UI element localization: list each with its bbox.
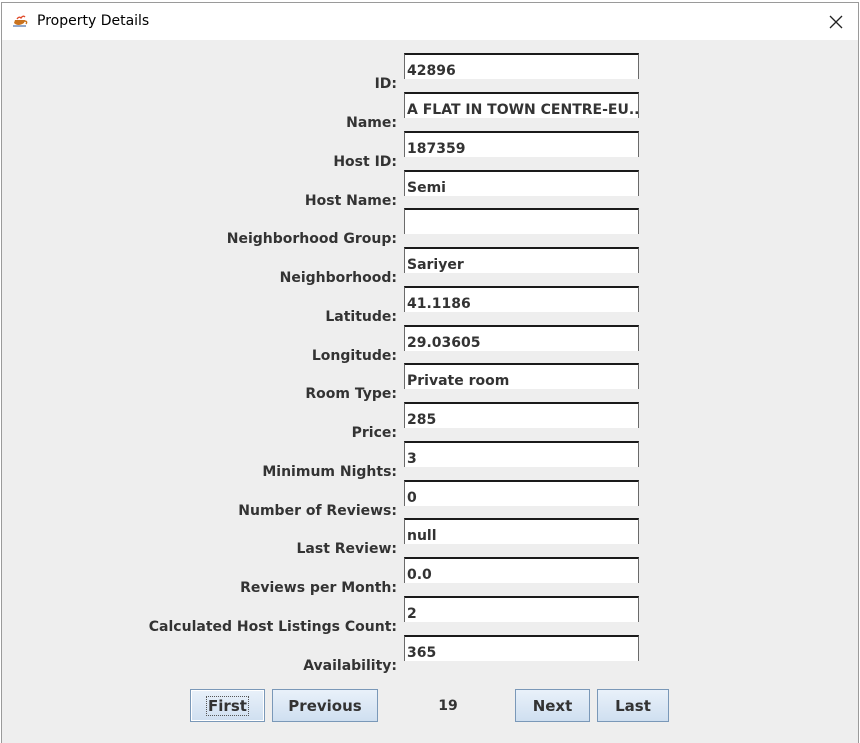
- field-label: Price:: [351, 425, 397, 441]
- page-number: 19: [438, 697, 458, 714]
- field-value[interactable]: 285: [404, 402, 639, 428]
- field-label: Calculated Host Listings Count:: [148, 619, 397, 635]
- field-value[interactable]: 2: [404, 596, 639, 622]
- previous-button[interactable]: Previous: [272, 689, 378, 722]
- field-value[interactable]: [404, 208, 639, 234]
- property-details-window: Property Details ID: 42896 Name: A FLAT IN …: [1, 2, 859, 743]
- last-button-label: Last: [615, 696, 651, 715]
- field-value[interactable]: 29.03605: [404, 325, 639, 351]
- field-row: Host Name: Semi: [2, 170, 860, 209]
- field-row: Room Type: Private room: [2, 363, 860, 402]
- field-row: Number of Reviews: 0: [2, 480, 860, 519]
- field-value[interactable]: 365: [404, 635, 639, 661]
- field-label: Host Name:: [304, 193, 397, 209]
- field-row: Host ID: 187359: [2, 131, 860, 170]
- field-label: Host ID:: [333, 154, 397, 170]
- field-value[interactable]: 41.1186: [404, 286, 639, 312]
- field-row: Last Review: null: [2, 518, 860, 557]
- field-label: Longitude:: [311, 348, 397, 364]
- field-value[interactable]: Private room: [404, 363, 639, 389]
- field-value[interactable]: 0: [404, 480, 639, 506]
- field-value[interactable]: Sariyer: [404, 247, 639, 273]
- field-row: ID: 42896: [2, 53, 860, 92]
- field-row: Minimum Nights: 3: [2, 441, 860, 480]
- field-row: Latitude: 41.1186: [2, 286, 860, 325]
- field-label: Neighborhood:: [279, 270, 397, 286]
- field-row: Neighborhood: Sariyer: [2, 247, 860, 286]
- field-label: Number of Reviews:: [238, 503, 397, 519]
- title-bar: Property Details: [2, 3, 858, 40]
- close-button[interactable]: [814, 3, 858, 40]
- field-value[interactable]: A FLAT IN TOWN CENTRE-EU...: [404, 92, 639, 118]
- field-label: Neighborhood Group:: [226, 231, 397, 247]
- close-icon: [829, 15, 843, 28]
- next-button-label: Next: [532, 696, 573, 715]
- field-label: Reviews per Month:: [240, 580, 397, 596]
- first-button[interactable]: First: [190, 689, 265, 722]
- field-label: Minimum Nights:: [262, 464, 397, 480]
- field-value[interactable]: Semi: [404, 170, 639, 196]
- field-row: Price: 285: [2, 402, 860, 441]
- field-value[interactable]: 187359: [404, 131, 639, 157]
- field-label: Last Review:: [296, 541, 398, 557]
- field-label: ID:: [374, 76, 397, 92]
- window-title: Property Details: [37, 13, 150, 29]
- field-row: Availability: 365: [2, 635, 860, 674]
- last-button[interactable]: Last: [597, 689, 669, 722]
- field-row: Name: A FLAT IN TOWN CENTRE-EU...: [2, 92, 860, 131]
- first-button-label: First: [206, 695, 249, 716]
- field-value[interactable]: null: [404, 518, 639, 544]
- field-label: Availability:: [303, 658, 397, 674]
- field-value[interactable]: 42896: [404, 53, 639, 79]
- field-label: Latitude:: [325, 309, 397, 325]
- field-row: Neighborhood Group:: [2, 208, 860, 247]
- field-label: Room Type:: [305, 386, 397, 402]
- field-value[interactable]: 3: [404, 441, 639, 467]
- field-value[interactable]: 0.0: [404, 557, 639, 583]
- next-button[interactable]: Next: [515, 689, 590, 722]
- java-cup-icon: [13, 15, 28, 27]
- field-label: Name:: [346, 115, 397, 131]
- previous-button-label: Previous: [288, 696, 362, 715]
- field-row: Calculated Host Listings Count: 2: [2, 596, 860, 635]
- field-row: Longitude: 29.03605: [2, 325, 860, 364]
- field-row: Reviews per Month: 0.0: [2, 557, 860, 596]
